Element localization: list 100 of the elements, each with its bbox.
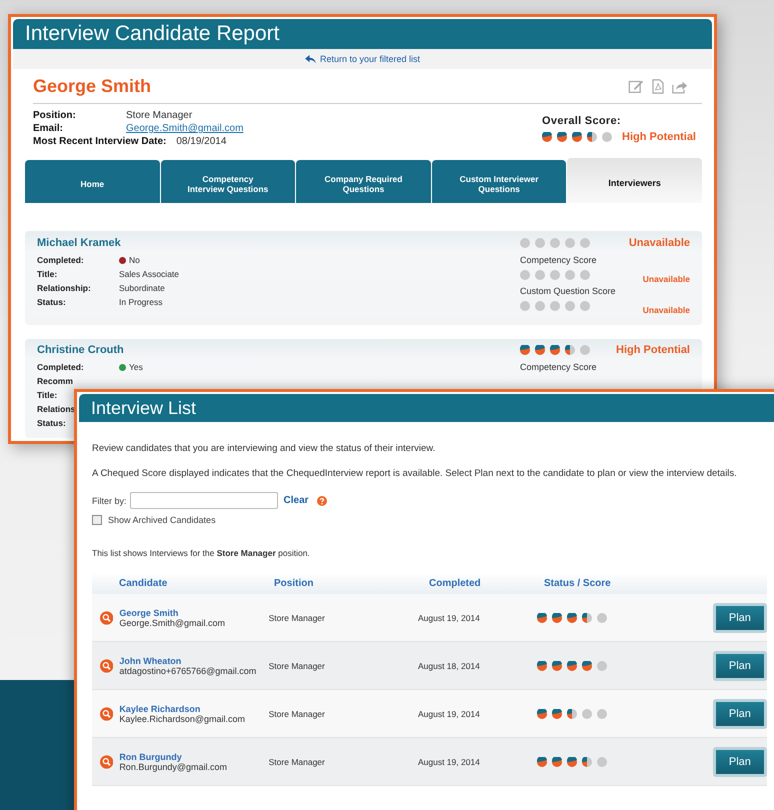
score-dot-icon [596, 660, 607, 670]
field-label: Completed: [37, 254, 85, 267]
tab[interactable]: Competency Interview Questions [160, 160, 296, 203]
rating-text: Unavailable [628, 237, 690, 249]
table-cell-text: August 19, 2014 [418, 612, 481, 622]
field-value: Sales Associate [119, 268, 180, 281]
filter-field[interactable] [130, 492, 278, 509]
score-dot-icon [582, 756, 592, 766]
plan-button[interactable]: Plan [712, 602, 767, 632]
score-dot-icon [550, 345, 560, 355]
score-dot-icon [565, 301, 575, 311]
column-header: Position [274, 578, 314, 588]
candidate-email: atdagostino+6765766@gmail.com [119, 666, 258, 676]
plan-button[interactable]: Plan [712, 650, 767, 680]
email-link[interactable]: George.Smith@gmail.com [126, 122, 244, 135]
search-icon[interactable] [100, 706, 114, 720]
candidate-email: Ron.Burgundy@gmail.com [119, 762, 228, 772]
checkbox-label: Show Archived Candidates [108, 515, 216, 525]
field-label: Title: [37, 268, 58, 281]
score-dot-icon [520, 238, 530, 248]
score-dot-icon [582, 708, 592, 718]
score-dot-icon [535, 238, 545, 248]
clear-link[interactable]: Clear [284, 495, 309, 506]
score-label: Competency Score [520, 362, 598, 372]
score-dot-icon [587, 132, 598, 142]
candidate-link[interactable]: George Smith [119, 608, 269, 618]
score-label: Competency Score [520, 255, 598, 265]
score-dot-icon [542, 132, 552, 142]
table-cell-text: August 19, 2014 [418, 756, 481, 766]
column-header: Completed [429, 578, 482, 588]
score-dot-icon [582, 660, 592, 670]
field-label: Status: [37, 296, 67, 309]
field-label: Status: [37, 417, 66, 430]
score-dot-icon [596, 756, 607, 766]
table-cell-text: Store Manager [268, 612, 326, 622]
score-dot-icon [550, 238, 560, 248]
intro-text: Review candidates that you are interviewing and view the status of their interview. [92, 443, 436, 455]
score-dot-icon [520, 301, 530, 311]
score-dot-icon [536, 756, 547, 766]
return-arrow-icon [304, 54, 316, 64]
return-link[interactable]: Return to your filtered list [304, 54, 420, 64]
rating-text: High Potential [615, 344, 690, 356]
tab[interactable]: Custom Interviewer Questions [432, 160, 566, 203]
score-dot-icon [582, 612, 592, 622]
score-dot-icon [535, 345, 545, 355]
rating-text: Unavailable [642, 305, 690, 315]
overall-score-label: Overall Score: [542, 115, 622, 127]
search-icon[interactable] [100, 610, 114, 624]
score-label: Custom Question Score [520, 286, 617, 296]
score-dot-icon [565, 345, 575, 355]
archived-checkbox[interactable] [92, 515, 102, 525]
window-title: Interview List [79, 394, 774, 422]
table-cell-text: Store Manager [268, 660, 326, 670]
intro-text: A Chequed Score displayed indicates that the ChequedInterview report is available. Select Plan next to the candidate to plan or view the interview details. [92, 468, 738, 480]
candidate-email: Kaylee.Richardson@gmail.com [119, 714, 246, 724]
field-label: Title: [37, 389, 58, 402]
score-dot-icon [557, 132, 568, 142]
window-title: Interview Candidate Report [13, 19, 712, 49]
candidate-link[interactable]: Ron Burgundy [119, 752, 269, 762]
position-note: This list shows Interviews for the Store Manager position. [92, 548, 311, 558]
interviewer-name: Christine Crouth [37, 344, 124, 356]
score-dot-icon [566, 660, 577, 670]
candidate-email: George.Smith@gmail.com [119, 618, 226, 628]
search-icon[interactable] [100, 658, 114, 672]
score-dot-icon [580, 301, 590, 311]
score-dot-icon [552, 708, 562, 718]
score-dot-icon [520, 270, 530, 280]
tab[interactable]: Company Required Questions [296, 160, 431, 203]
score-dot-icon [536, 660, 547, 670]
field-label: Completed: [37, 361, 85, 374]
table-cell-text: August 18, 2014 [418, 660, 481, 670]
score-dot-icon [580, 238, 590, 248]
plan-button[interactable]: Plan [712, 698, 767, 728]
score-dot-icon [566, 708, 577, 718]
score-dot-icon [566, 756, 577, 766]
edit-icon[interactable] [628, 78, 644, 94]
score-dot-icon [565, 238, 575, 248]
candidate-link[interactable]: Kaylee Richardson [119, 704, 269, 714]
column-header: Status / Score [544, 578, 612, 588]
field-value: Yes [129, 361, 143, 374]
field-label: Position: [33, 109, 77, 122]
tab[interactable]: Interviewers [567, 158, 702, 203]
candidate-name: George Smith [33, 76, 152, 96]
column-header: Candidate [119, 578, 168, 588]
score-dot-icon [536, 612, 547, 622]
field-label: Most Recent Interview Date: [33, 135, 166, 148]
score-dot-icon [535, 270, 545, 280]
plan-button[interactable]: Plan [712, 746, 767, 776]
field-label: Email: [33, 122, 64, 135]
tab[interactable]: Home [25, 160, 160, 203]
search-icon[interactable] [100, 754, 114, 768]
score-dot-icon [596, 708, 607, 718]
score-dot-icon [552, 756, 562, 766]
pdf-icon[interactable] [650, 78, 666, 94]
candidate-link[interactable]: John Wheaton [119, 656, 269, 666]
table-cell-text: Store Manager [268, 708, 326, 718]
help-icon[interactable] [316, 496, 327, 506]
score-dot-icon [572, 132, 582, 142]
score-dot-icon [602, 132, 612, 142]
score-dot-icon [550, 270, 560, 280]
